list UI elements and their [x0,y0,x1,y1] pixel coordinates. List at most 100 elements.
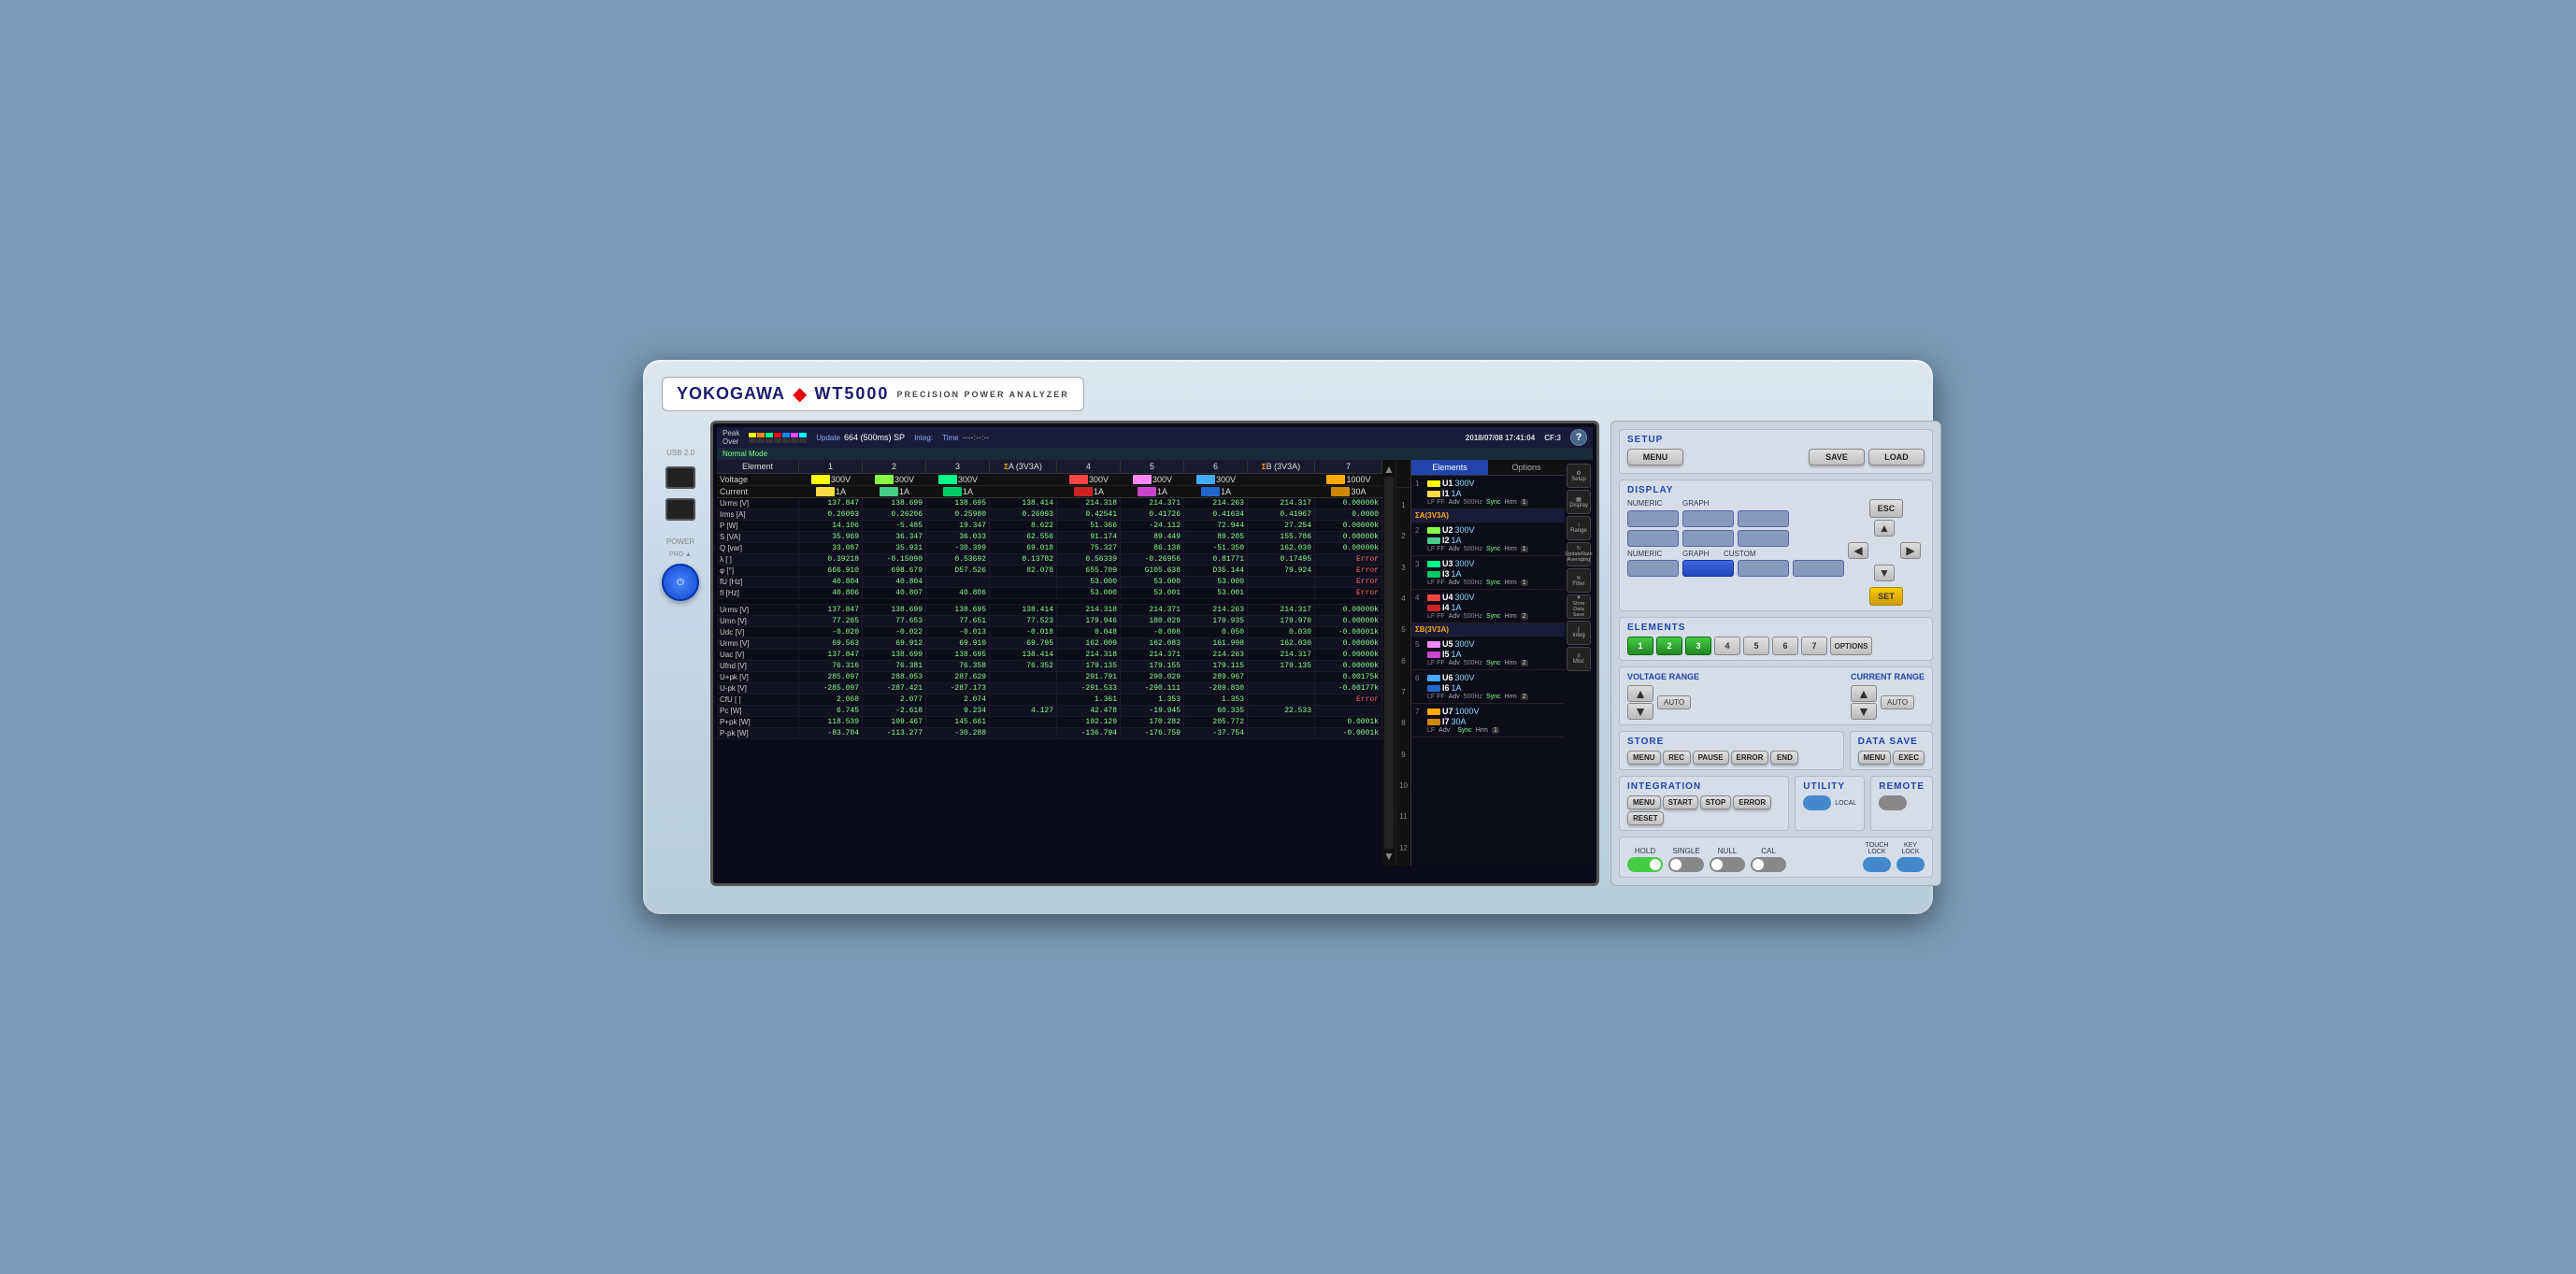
store-pause-button[interactable]: PAUSE [1693,751,1729,765]
data-cell: -24.112 [1121,521,1184,531]
setup-icon-btn[interactable]: ⚙Setup [1567,464,1591,488]
display-slot-5[interactable] [1682,530,1734,547]
display-slot-10[interactable] [1793,560,1844,577]
data-cell: Uac [V] [717,650,799,660]
display-slot-2[interactable] [1682,510,1734,527]
display-icon-btn[interactable]: ▦Display [1567,490,1591,514]
setup-save-button[interactable]: SAVE [1809,449,1865,465]
row-num-11: 11 [1396,812,1410,821]
scroll-track [1384,477,1394,849]
el-btn-2[interactable]: 2 [1656,637,1682,655]
data-save-exec-button[interactable]: EXEC [1893,751,1925,765]
voltage-range-down[interactable]: ▼ [1627,703,1653,720]
scroll-up[interactable]: ▲ [1383,464,1395,475]
integ-stop-button[interactable]: STOP [1700,795,1732,809]
data-cell: 0.00000k [1315,661,1382,671]
data-cell: 0.00000k [1315,616,1382,626]
v6-voltage: 300V [1184,474,1248,485]
integration-buttons: MENU START STOP ERROR RESET [1627,795,1781,825]
current-range-up[interactable]: ▲ [1851,685,1877,702]
display-slot-8-active[interactable] [1682,560,1734,577]
store-error-button[interactable]: ERROR [1731,751,1769,765]
display-slot-9[interactable] [1738,560,1789,577]
elements-tab[interactable]: Elements [1411,460,1488,475]
range-icon-btn[interactable]: ↕Range [1567,516,1591,540]
el-btn-6[interactable]: 6 [1772,637,1798,655]
data-cell: 698.679 [863,565,926,576]
cal-toggle[interactable] [1751,857,1786,872]
elements-buttons-row: 1 2 3 4 5 6 7 OPTIONS [1627,637,1925,655]
store-rec-button[interactable]: REC [1663,751,1691,765]
data-cell [1248,717,1315,727]
display-slot-6[interactable] [1738,530,1789,547]
display-slot-3[interactable] [1738,510,1789,527]
data-cell: 137.847 [799,650,863,660]
options-tab[interactable]: Options [1488,460,1565,475]
key-lock-toggle[interactable] [1896,857,1925,872]
setup-menu-button[interactable]: MENU [1627,449,1683,465]
voltage-range-up[interactable]: ▲ [1627,685,1653,702]
data-cell: -30.399 [926,543,990,553]
data-cell: 162.030 [1248,543,1315,553]
display-slot-7[interactable] [1627,560,1679,577]
nav-down[interactable]: ▼ [1874,565,1895,581]
single-toggle[interactable] [1668,857,1704,872]
utility-toggle[interactable] [1803,795,1831,810]
data-cell: U-pk [V] [717,683,799,694]
data-cell: 53.001 [1184,588,1248,598]
integ-start-button[interactable]: START [1663,795,1698,809]
integ-menu-button[interactable]: MENU [1627,795,1661,809]
voltage-auto-button[interactable]: AUTO [1657,695,1691,709]
data-save-title: DATA SAVE [1858,737,1925,747]
scroll-down[interactable]: ▼ [1383,851,1395,862]
store-end-button[interactable]: END [1770,751,1798,765]
el-btn-4[interactable]: 4 [1714,637,1740,655]
data-cell: U+pk [V] [717,672,799,682]
data-cell: 179.135 [1248,661,1315,671]
el-btn-3[interactable]: 3 [1685,637,1711,655]
integ-error-button[interactable]: ERROR [1733,795,1771,809]
integration-icon-btn[interactable]: ∫Integ [1567,621,1591,645]
remote-toggle[interactable] [1879,795,1907,810]
data-cell: 0.26093 [990,509,1057,520]
store-menu-button[interactable]: MENU [1627,751,1661,765]
bottom-controls-row: HOLD SINGLE NULL CAL [1627,842,1925,872]
el-btn-5[interactable]: 5 [1743,637,1769,655]
current-range-label: CURRENT RANGE [1851,672,1925,681]
nav-up[interactable]: ▲ [1874,520,1895,537]
data-cell: 2.068 [799,694,863,705]
el-btn-7[interactable]: 7 [1801,637,1827,655]
hold-label: HOLD [1635,847,1655,855]
pro-label: PRO ▲ [669,551,692,558]
null-toggle[interactable] [1710,857,1745,872]
row-num-9: 9 [1396,751,1410,759]
help-button[interactable]: ? [1570,429,1587,446]
integ-reset-button[interactable]: RESET [1627,811,1664,825]
store-icon-btn[interactable]: ▼StoreData Save [1567,594,1591,619]
current-range-down[interactable]: ▼ [1851,703,1877,720]
filter-icon-btn[interactable]: ≋Filter [1567,568,1591,593]
set-button[interactable]: SET [1869,587,1903,606]
esc-button[interactable]: ESC [1869,499,1904,518]
misc-icon-btn[interactable]: ≡Misc [1567,647,1591,671]
display-slot-4[interactable] [1627,530,1679,547]
hold-toggle[interactable] [1627,857,1663,872]
data-cell [990,694,1057,705]
touch-lock-toggle[interactable] [1863,857,1891,872]
power-button[interactable]: ⏻ [662,564,699,601]
table-row: Udc [V]-0.020-0.022-0.013-0.0180.048-0.0… [717,627,1382,638]
data-save-menu-button[interactable]: MENU [1858,751,1892,765]
usb-port-1 [665,466,695,489]
data-cell: 0.13782 [990,554,1057,565]
display-slot-1[interactable] [1627,510,1679,527]
el-btn-1[interactable]: 1 [1627,637,1653,655]
nav-right[interactable]: ▶ [1900,542,1921,559]
numeric-label-2: NUMERIC [1627,550,1679,558]
data-cell: 0.030 [1248,627,1315,637]
current-auto-button[interactable]: AUTO [1881,695,1914,709]
update-rate-icon-btn[interactable]: ↻UpdateRateAveraging [1567,542,1591,566]
setup-load-button[interactable]: LOAD [1868,449,1925,465]
el-btn-options[interactable]: OPTIONS [1830,637,1872,655]
nav-left[interactable]: ◀ [1848,542,1868,559]
data-cell: 69.563 [799,638,863,649]
